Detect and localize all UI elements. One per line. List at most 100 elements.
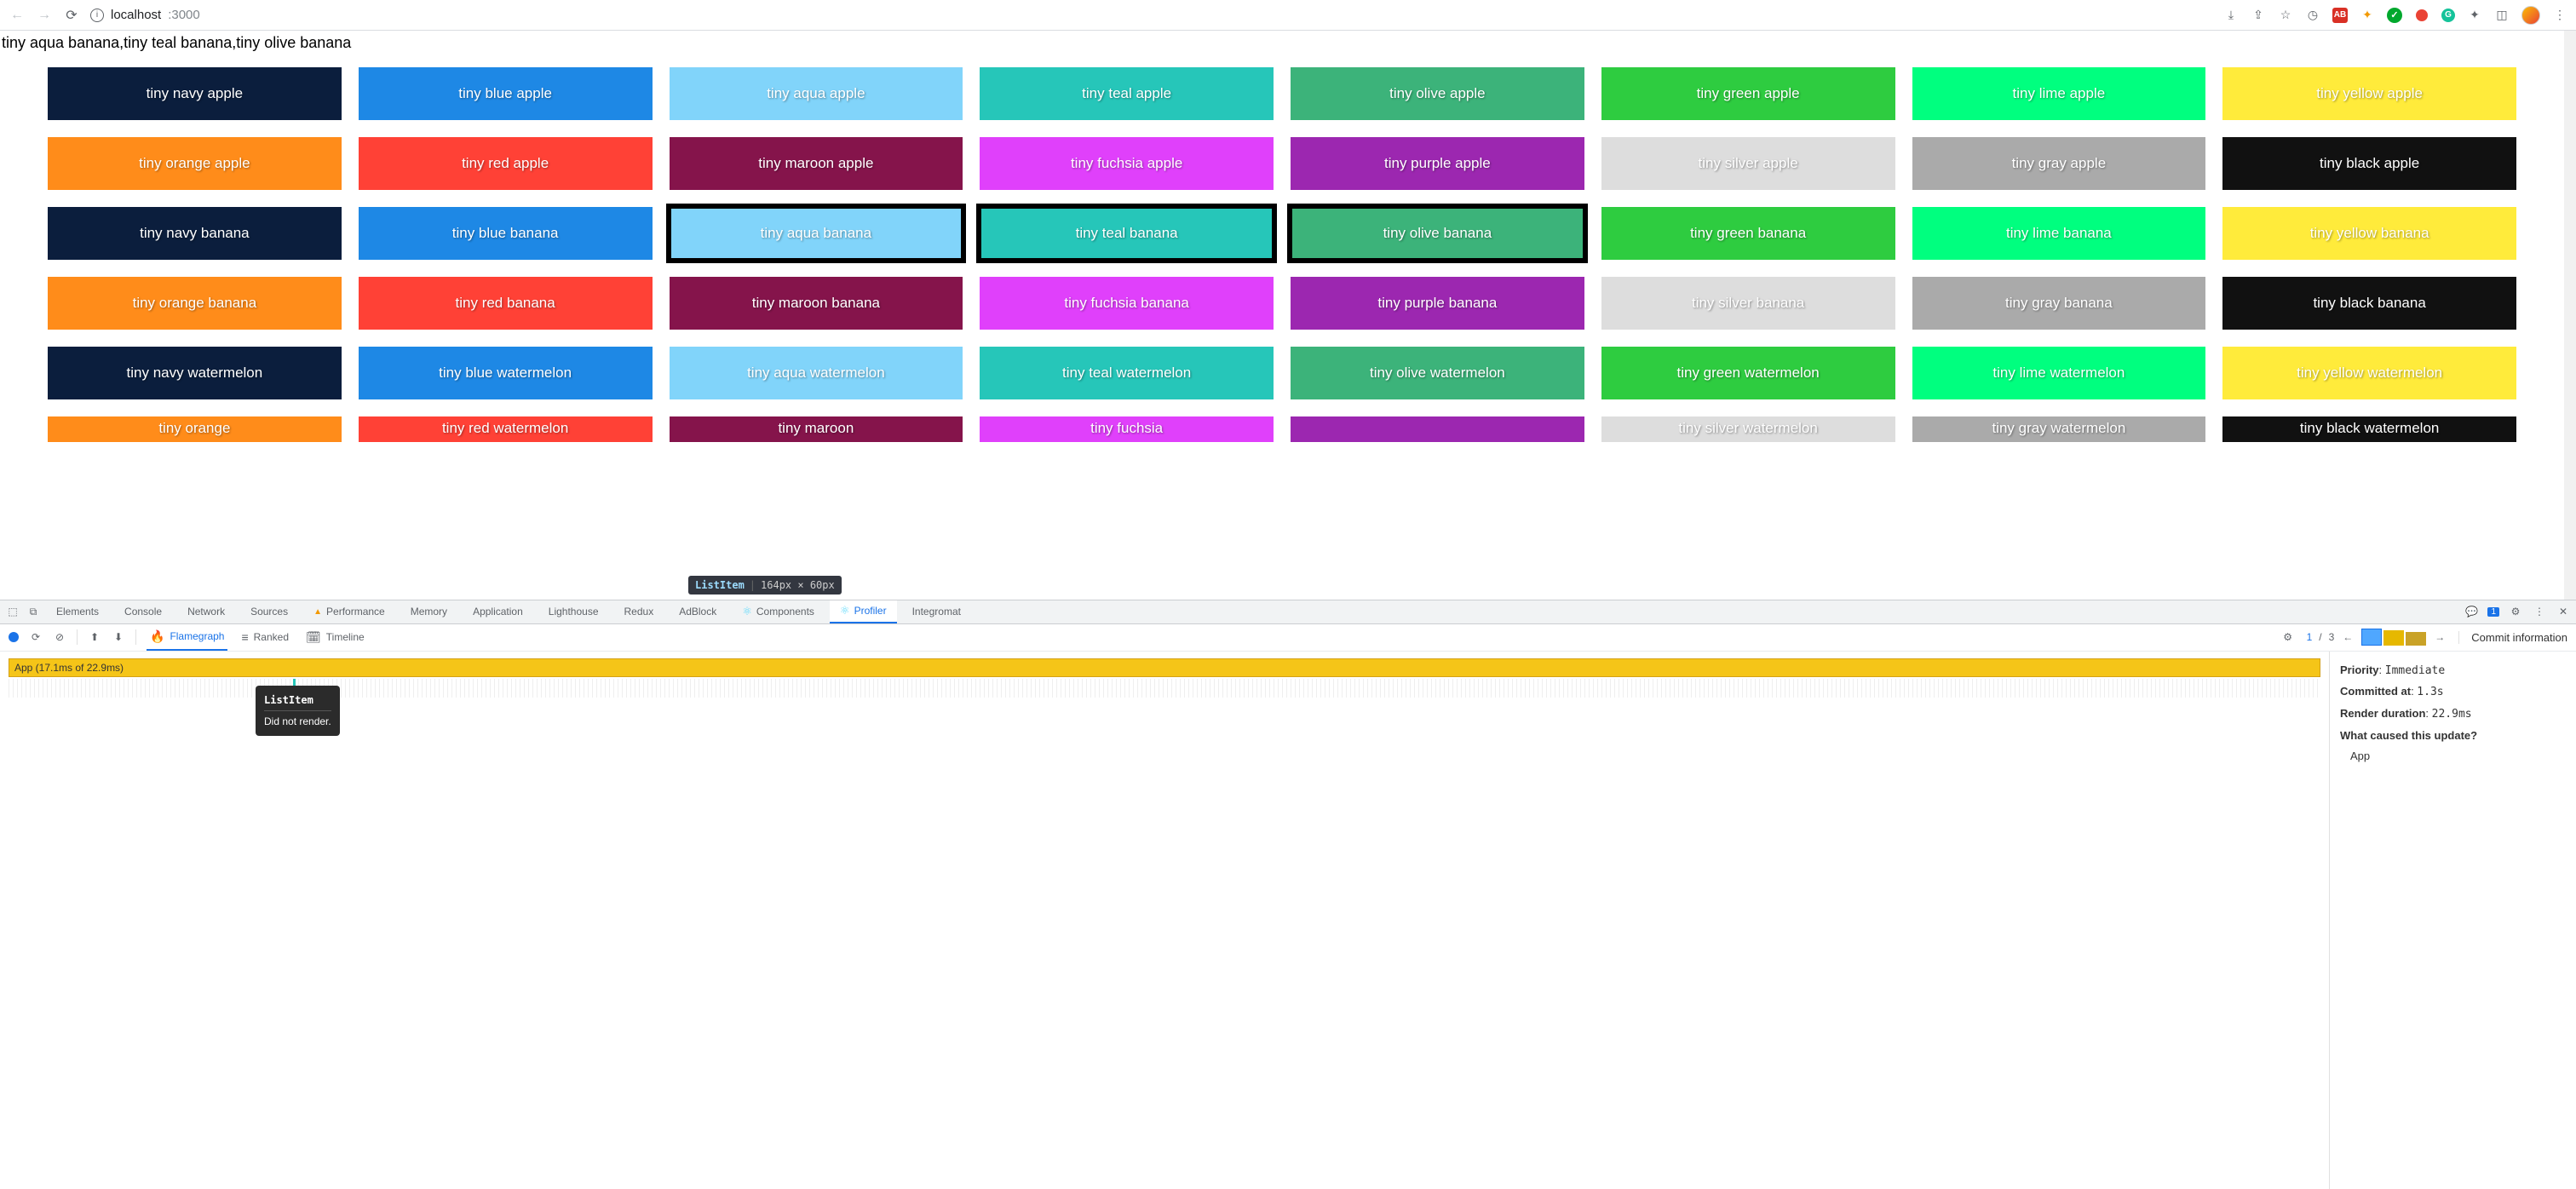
list-item[interactable]: tiny black watermelon (2222, 416, 2516, 442)
list-item[interactable]: tiny teal apple (980, 67, 1274, 120)
site-info-icon[interactable]: i (90, 9, 104, 22)
list-item[interactable]: tiny yellow apple (2222, 67, 2516, 120)
list-item[interactable]: tiny gray banana (1912, 277, 2206, 330)
list-item[interactable]: tiny lime banana (1912, 207, 2206, 260)
list-item[interactable]: tiny aqua apple (670, 67, 963, 120)
list-item[interactable]: tiny red watermelon (359, 416, 653, 442)
back-button[interactable]: ← (9, 7, 26, 24)
devtools-close-icon[interactable]: ✕ (2556, 604, 2571, 619)
devtools-tab-elements[interactable]: Elements (46, 600, 109, 623)
list-item[interactable] (1291, 416, 1584, 442)
reload-profile-icon[interactable]: ⟳ (29, 630, 43, 644)
list-item[interactable]: tiny green watermelon (1601, 347, 1895, 399)
prev-commit-icon[interactable]: ← (2341, 630, 2355, 644)
list-item[interactable]: tiny teal banana (980, 207, 1274, 260)
list-item[interactable]: tiny silver watermelon (1601, 416, 1895, 442)
list-item[interactable]: tiny fuchsia banana (980, 277, 1274, 330)
flamegraph-area[interactable]: App (17.1ms of 22.9ms) ListItem Did not … (0, 652, 2329, 1189)
profiler-settings-icon[interactable]: ⚙ (2281, 630, 2295, 644)
list-item[interactable]: tiny black banana (2222, 277, 2516, 330)
next-commit-icon[interactable]: → (2433, 630, 2447, 644)
list-item[interactable]: tiny purple apple (1291, 137, 1584, 190)
forward-button[interactable]: → (36, 7, 53, 24)
clear-profile-icon[interactable]: ⊘ (53, 630, 66, 644)
list-item[interactable]: tiny navy banana (48, 207, 342, 260)
devtools-tab-performance[interactable]: Performance (303, 600, 395, 623)
extensions-puzzle-icon[interactable]: ✦ (2467, 8, 2482, 23)
devtools-tab-redux[interactable]: Redux (614, 600, 664, 623)
list-item[interactable]: tiny olive banana (1291, 207, 1584, 260)
commit-bars[interactable] (2361, 629, 2426, 646)
list-item[interactable]: tiny black apple (2222, 137, 2516, 190)
devtools-tab-network[interactable]: Network (177, 600, 235, 623)
extension-timer-icon[interactable]: ◷ (2305, 8, 2320, 23)
list-item[interactable]: tiny maroon (670, 416, 963, 442)
flamegraph-tab[interactable]: 🔥Flamegraph (147, 623, 227, 651)
share-icon[interactable]: ⇪ (2251, 8, 2266, 23)
flame-bar-app[interactable]: App (17.1ms of 22.9ms) (9, 658, 2320, 677)
list-item[interactable]: tiny gray apple (1912, 137, 2206, 190)
list-item[interactable]: tiny navy apple (48, 67, 342, 120)
list-item[interactable]: tiny yellow watermelon (2222, 347, 2516, 399)
reload-button[interactable]: ⟳ (63, 7, 80, 24)
inspect-element-icon[interactable]: ⬚ (5, 604, 20, 619)
list-item[interactable]: tiny orange (48, 416, 342, 442)
device-toolbar-icon[interactable]: ⧉ (26, 604, 41, 619)
list-item[interactable]: tiny red banana (359, 277, 653, 330)
extension-red-icon[interactable] (2414, 8, 2429, 23)
ranked-tab[interactable]: ≡Ranked (238, 630, 292, 644)
list-item[interactable]: tiny purple banana (1291, 277, 1584, 330)
list-item[interactable]: tiny lime apple (1912, 67, 2206, 120)
devtools-tab-integromat[interactable]: Integromat (902, 600, 971, 623)
list-item[interactable]: tiny orange apple (48, 137, 342, 190)
upload-profile-icon[interactable]: ⬆ (88, 630, 101, 644)
extension-grammarly-icon[interactable]: G (2441, 9, 2455, 22)
download-profile-icon[interactable]: ⬇ (112, 630, 125, 644)
devtools-tab-components[interactable]: Components (732, 600, 825, 623)
list-item[interactable]: tiny green banana (1601, 207, 1895, 260)
extension-postman-icon[interactable]: ✦ (2360, 8, 2375, 23)
list-item[interactable]: tiny yellow banana (2222, 207, 2516, 260)
list-item[interactable]: tiny teal watermelon (980, 347, 1274, 399)
devtools-tab-application[interactable]: Application (463, 600, 533, 623)
install-icon[interactable]: ⤓ (2223, 8, 2239, 23)
extension-adblock-icon[interactable]: AB (2332, 8, 2348, 23)
list-item[interactable]: tiny olive watermelon (1291, 347, 1584, 399)
list-item[interactable]: tiny maroon apple (670, 137, 963, 190)
devtools-tab-sources[interactable]: Sources (240, 600, 298, 623)
list-item[interactable]: tiny silver apple (1601, 137, 1895, 190)
list-item[interactable]: tiny lime watermelon (1912, 347, 2206, 399)
list-item[interactable]: tiny aqua watermelon (670, 347, 963, 399)
address-bar[interactable]: i localhost:3000 (90, 8, 200, 22)
list-item[interactable]: tiny maroon banana (670, 277, 963, 330)
issues-icon[interactable]: 💬 (2464, 604, 2479, 619)
list-item[interactable]: tiny gray watermelon (1912, 416, 2206, 442)
list-item[interactable]: tiny fuchsia apple (980, 137, 1274, 190)
devtools-tab-memory[interactable]: Memory (400, 600, 457, 623)
extension-evernote-icon[interactable]: ✓ (2387, 8, 2402, 23)
devtools-tab-lighthouse[interactable]: Lighthouse (538, 600, 609, 623)
side-panel-icon[interactable]: ◫ (2494, 8, 2510, 23)
list-item[interactable]: tiny blue watermelon (359, 347, 653, 399)
list-item[interactable]: tiny fuchsia (980, 416, 1274, 442)
devtools-tab-profiler[interactable]: Profiler (830, 600, 897, 623)
list-item[interactable]: tiny olive apple (1291, 67, 1584, 120)
flame-children-row[interactable] (9, 679, 2320, 698)
list-item[interactable]: tiny red apple (359, 137, 653, 190)
list-item[interactable]: tiny navy watermelon (48, 347, 342, 399)
bookmark-star-icon[interactable]: ☆ (2278, 8, 2293, 23)
profile-avatar[interactable] (2521, 6, 2540, 25)
timeline-tab[interactable]: 🗓Timeline (302, 630, 368, 645)
list-item[interactable]: tiny blue banana (359, 207, 653, 260)
chrome-menu-icon[interactable]: ⋮ (2552, 8, 2567, 23)
list-item[interactable]: tiny orange banana (48, 277, 342, 330)
devtools-more-icon[interactable]: ⋮ (2532, 604, 2547, 619)
list-item[interactable]: tiny silver banana (1601, 277, 1895, 330)
devtools-tab-adblock[interactable]: AdBlock (669, 600, 727, 623)
list-item[interactable]: tiny green apple (1601, 67, 1895, 120)
devtools-tab-console[interactable]: Console (114, 600, 172, 623)
list-item[interactable]: tiny aqua banana (670, 207, 963, 260)
devtools-settings-icon[interactable]: ⚙ (2508, 604, 2523, 619)
list-item[interactable]: tiny blue apple (359, 67, 653, 120)
record-button[interactable] (9, 632, 19, 642)
